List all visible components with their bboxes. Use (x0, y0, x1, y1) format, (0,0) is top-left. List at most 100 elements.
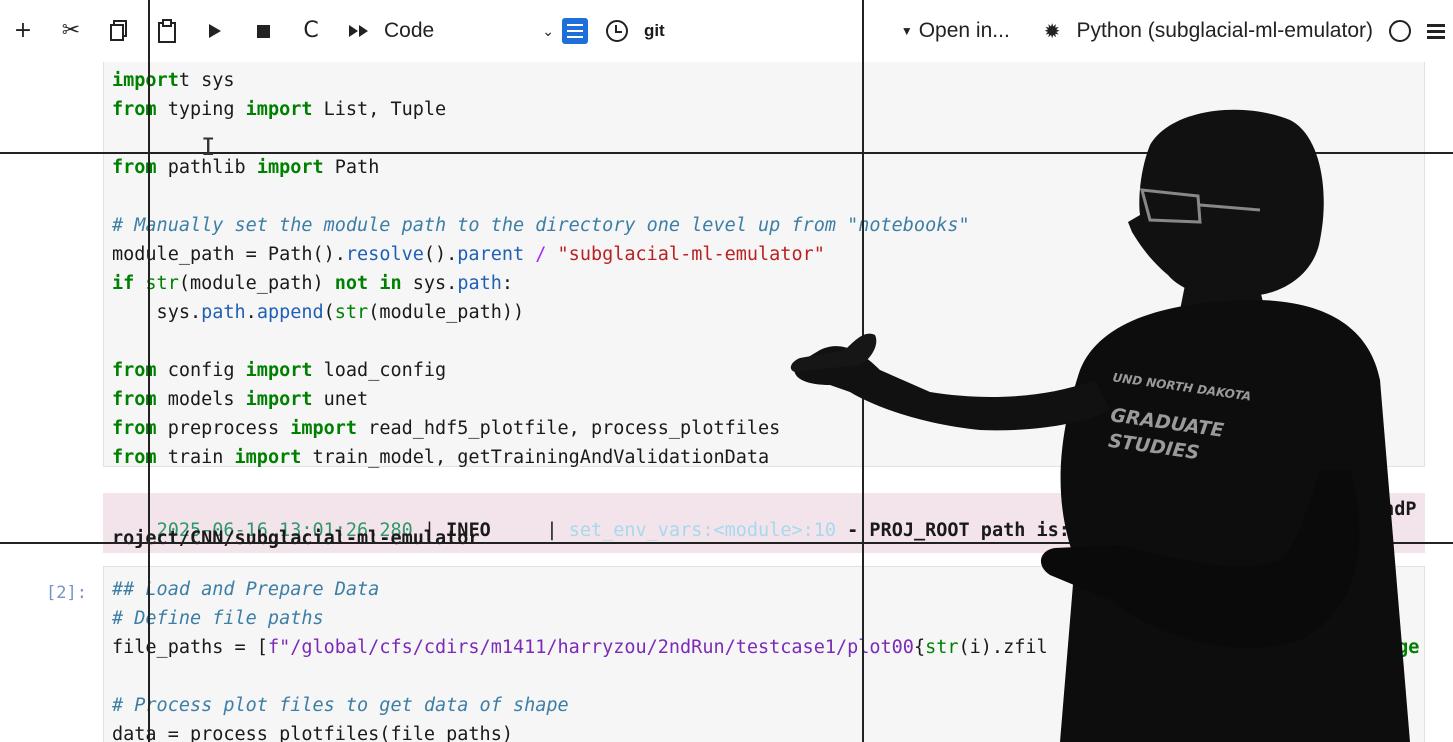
toolbar-right: ▼ Open in... ✹ Python (subglacial-ml-emu… (901, 0, 1445, 62)
cell-1-line-5: module_path = Path().resolve().parent / … (112, 244, 825, 265)
chevron-down-icon: ⌄ (542, 22, 554, 39)
open-in-dropdown[interactable]: ▼ Open in... (901, 19, 1010, 43)
cell-1-token: str (334, 302, 369, 323)
cell-1-token: List, Tuple (312, 99, 447, 120)
cell-1-token: / (535, 244, 547, 265)
cell-1-token: sys. (401, 273, 458, 294)
cell-1-token: t sys (178, 70, 235, 91)
copy-cell-button[interactable] (108, 15, 130, 47)
log-message: - PROJ_ROOT path is: /g (836, 520, 1104, 541)
property-inspector-button[interactable] (561, 18, 588, 44)
cell-1-line-6: if str(module_path) not in sys.path: (112, 273, 513, 294)
cell-1-token: sys. (112, 302, 202, 323)
cell-1-token: config (156, 360, 246, 381)
toolbar-actions: + ✂ C (12, 0, 370, 62)
log-module: set_env_vars:<module>:10 (568, 520, 837, 541)
cell-1-line-3: from pathlib import Path (112, 157, 379, 178)
open-in-label: Open in... (918, 19, 1010, 42)
cell-1-token (524, 244, 535, 265)
cell-1-token: import (245, 389, 313, 410)
add-cell-button[interactable]: + (12, 15, 34, 47)
cell-2-token: ## Load and Prepare Data (112, 579, 380, 600)
cell-type-select[interactable]: Code ⌄ (384, 19, 554, 43)
cell-1-token: append (256, 302, 324, 323)
cell-1-token: (module_path)) (368, 302, 525, 323)
run-all-button[interactable] (348, 15, 370, 47)
cell-1-line-2: from typing import List, Tuple (112, 99, 446, 120)
cell-1-line-4: # Manually set the module path to the di… (112, 215, 970, 236)
cell-1-token: parent (457, 244, 525, 265)
cell-1-token: load_config (312, 360, 447, 381)
paste-cell-button[interactable] (156, 15, 178, 47)
caret-down-icon: ▼ (900, 24, 913, 38)
cell-2-token: f"/global/cfs/cdirs/m1411/harryzou/2ndRu… (267, 637, 914, 658)
cell-1-token: train_model, getTrainingAndValidationDat… (301, 447, 770, 468)
cell-1-token: (module_path) (178, 273, 335, 294)
restart-kernel-button[interactable]: C (300, 15, 322, 47)
cell-2-line-4: # Process plot files to get data of shap… (112, 695, 569, 716)
clock-icon[interactable] (605, 20, 628, 42)
sliders-icon-bar (566, 36, 583, 38)
log-separator-2: | (490, 520, 569, 541)
interrupt-kernel-button[interactable] (252, 15, 274, 47)
output-line-1-tail: andP (1372, 499, 1417, 520)
cell-1-token: Path (323, 157, 380, 178)
cell-1-token: import (234, 447, 302, 468)
cut-cell-button[interactable]: ✂ (60, 15, 82, 47)
cell-2-token: { (913, 637, 926, 658)
notebook-panel: importt sys from typing import List, Tupl… (0, 62, 1453, 742)
screen-seam-vertical-right (862, 0, 864, 742)
cell-1-token: typing (156, 99, 246, 120)
kernel-name[interactable]: Python (subglacial-ml-emulator) (1077, 19, 1373, 43)
cell-1-token: import (245, 99, 313, 120)
cell-2-prompt: [2]: (46, 583, 87, 603)
cell-1-token: read_hdf5_plotfile, process_plotfiles (357, 418, 781, 439)
cell-type-value: Code (384, 19, 435, 42)
menu-icon-bar (1427, 35, 1445, 39)
paste-icon (158, 19, 176, 43)
cell-1-line-1: importt sys (112, 70, 235, 91)
cell-1-token: str (145, 273, 179, 294)
cell-2-token: # Process plot files to get data of shap… (112, 695, 569, 716)
cell-1-token: . (245, 302, 257, 323)
cell-1-token (134, 273, 145, 294)
cell-2-line-3-tail: i in range (1308, 637, 1420, 658)
screen-seam-horizontal-bottom (0, 542, 1453, 544)
cell-1-token: import (256, 157, 324, 178)
cell-1-token: path (201, 302, 246, 323)
cell-1-line-11: from train import train_model, getTraini… (112, 447, 769, 468)
cell-1-token: import (290, 418, 358, 439)
cell-2-token: file_paths = [ (112, 637, 268, 658)
debugger-bug-icon[interactable]: ✹ (1044, 19, 1061, 44)
cell-1-token: import (112, 70, 179, 91)
cell-1-token: path (457, 273, 502, 294)
sliders-icon-bar (566, 30, 583, 32)
cell-1-token: models (156, 389, 246, 410)
cell-1-token (546, 244, 557, 265)
cell-2-token: str (925, 637, 959, 658)
cell-2-line-3: file_paths = [f"/global/cfs/cdirs/m1411/… (112, 637, 1048, 658)
cell-1-token: # Manually set the module path to the di… (112, 215, 970, 236)
menu-icon[interactable] (1427, 23, 1445, 39)
git-button[interactable]: git (644, 21, 665, 41)
output-line-2: roject/CNN/subglacial-ml-emulator (112, 528, 480, 549)
menu-icon-bar (1427, 29, 1445, 33)
cell-2-line-2: # Define file paths (112, 608, 324, 629)
cell-1-line-10: from preprocess import read_hdf5_plotfil… (112, 418, 780, 439)
cell-2-line-5: data = process plotfiles(file paths) (112, 724, 513, 742)
cell-1-token: ( (323, 302, 335, 323)
run-cell-button[interactable] (204, 15, 226, 47)
cell-1-token: if (112, 273, 135, 294)
cell-1-line-9: from models import unet (112, 389, 368, 410)
cell-2-token: data = process plotfiles(file paths) (112, 724, 513, 742)
cell-1-token: import (245, 360, 313, 381)
cell-2-token: # Define file paths (112, 608, 324, 629)
cell-1-token: preprocess (156, 418, 291, 439)
notebook-toolbar: + ✂ C Code ⌄ git ▼ Open in... ✹ Python ( (0, 0, 1453, 62)
cell-2-line-1: ## Load and Prepare Data (112, 579, 379, 600)
play-icon (209, 24, 221, 38)
cell-1-token: unet (312, 389, 369, 410)
cell-1-token: not in (334, 273, 402, 294)
cell-1-token: "subglacial-ml-emulator" (557, 244, 825, 265)
cell-1-token: train (156, 447, 235, 468)
